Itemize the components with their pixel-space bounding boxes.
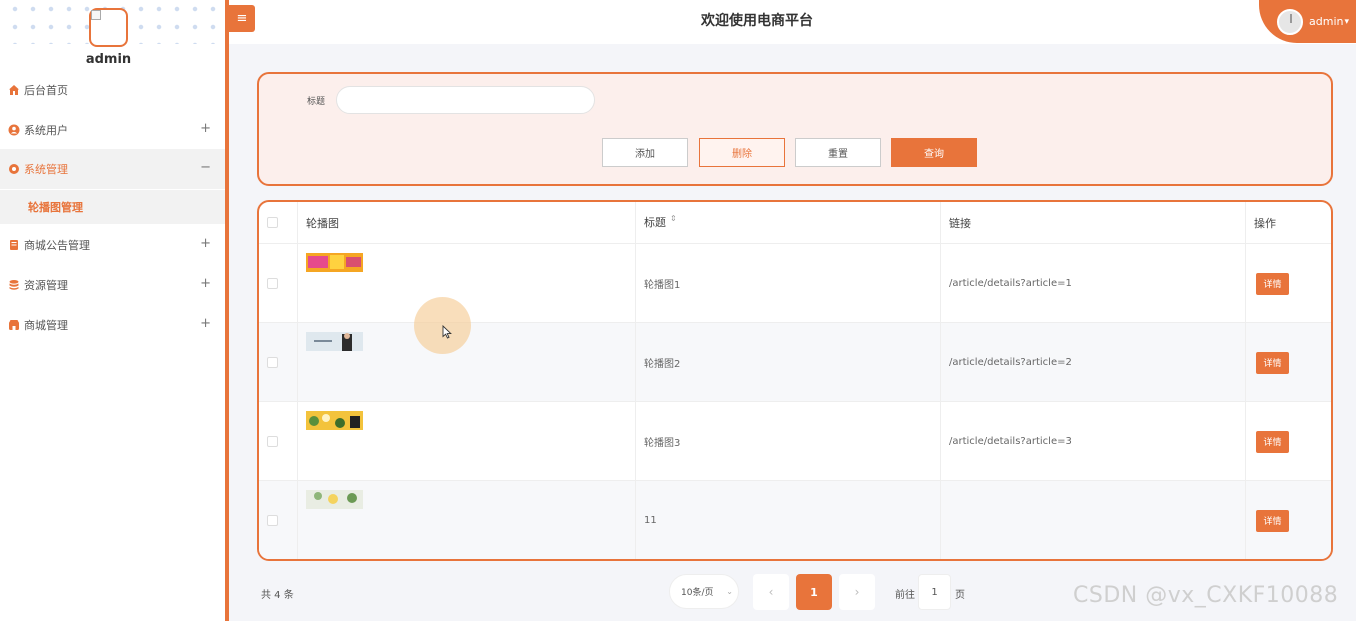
watermark: CSDN @vx_CXKF10088 <box>1073 583 1339 608</box>
detail-button[interactable]: 详情 <box>1256 430 1289 453</box>
row-title-cell: 轮播图1 <box>636 244 941 323</box>
sidebar-item-label: 系统用户 <box>24 124 68 137</box>
broken-image-icon <box>91 10 101 20</box>
user-avatar <box>1277 8 1303 35</box>
data-table: 轮播图 标题 ⇕ 链接 操作 轮播图1 /article/details?art… <box>257 200 1333 561</box>
sidebar-item-label: 后台首页 <box>24 84 68 97</box>
row-checkbox[interactable] <box>267 436 278 447</box>
column-header-actions: 操作 <box>1246 202 1331 244</box>
row-link-cell: /article/details?article=3 <box>941 402 1246 481</box>
user-menu[interactable]: admin ▾ <box>1259 0 1356 43</box>
column-header-link: 链接 <box>941 202 1246 244</box>
detail-button[interactable]: 详情 <box>1256 509 1289 532</box>
search-panel: 标题 添加 删除 重置 查询 <box>257 72 1333 186</box>
prev-page-button[interactable]: ‹ <box>753 574 789 610</box>
home-icon <box>8 84 20 96</box>
row-checkbox-cell <box>259 402 298 481</box>
gear-icon <box>8 163 20 175</box>
detail-button[interactable]: 详情 <box>1256 272 1289 295</box>
column-header-image: 轮播图 <box>298 202 636 244</box>
row-checkbox-cell <box>259 244 298 323</box>
store-icon <box>8 319 20 331</box>
sidebar-username: admin <box>85 52 132 67</box>
goto-label: 前往 <box>895 590 915 601</box>
expand-plus-icon: + <box>200 236 211 251</box>
collapse-minus-icon: − <box>200 160 211 175</box>
sidebar-item-system-users[interactable]: 系统用户 + <box>0 110 225 150</box>
table-row: 11 详情 <box>259 481 1331 559</box>
page-size-select[interactable]: 10条/页 ⌄ <box>669 574 739 609</box>
mouse-pointer-icon <box>442 325 452 339</box>
table-header-checkbox-cell <box>259 202 298 244</box>
row-checkbox[interactable] <box>267 278 278 289</box>
chevron-down-icon: ⌄ <box>726 587 733 596</box>
carousel-thumbnail <box>306 490 363 509</box>
sidebar-item-label: 商城公告管理 <box>24 239 90 252</box>
sidebar-item-system-manage[interactable]: 系统管理 − <box>0 149 225 189</box>
sidebar-item-notice[interactable]: 商城公告管理 + <box>0 225 225 265</box>
search-title-input[interactable] <box>336 86 595 114</box>
row-checkbox[interactable] <box>267 515 278 526</box>
row-checkbox-cell <box>259 323 298 402</box>
row-actions-cell: 详情 <box>1246 481 1331 559</box>
sidebar-avatar <box>89 8 128 47</box>
top-header: ≡ 欢迎使用电商平台 admin ▾ <box>229 0 1356 44</box>
next-page-button[interactable]: › <box>839 574 875 610</box>
carousel-thumbnail <box>306 411 363 430</box>
user-name: admin <box>1309 15 1344 28</box>
expand-plus-icon: + <box>200 276 211 291</box>
sidebar-subitem-carousel[interactable]: 轮播图管理 <box>0 190 225 224</box>
page-title: 欢迎使用电商平台 <box>701 13 813 29</box>
expand-plus-icon: + <box>200 316 211 331</box>
sidebar-item-store[interactable]: 商城管理 + <box>0 305 225 345</box>
notice-icon <box>8 239 20 251</box>
row-checkbox[interactable] <box>267 357 278 368</box>
sidebar-item-label: 系统管理 <box>24 163 68 176</box>
column-header-title[interactable]: 标题 ⇕ <box>636 202 941 244</box>
column-header-title-label: 标题 <box>644 216 666 229</box>
database-icon <box>8 279 20 291</box>
row-title-cell: 轮播图3 <box>636 402 941 481</box>
reset-button[interactable]: 重置 <box>795 138 881 167</box>
total-count: 共 4 条 <box>261 590 294 601</box>
row-checkbox-cell <box>259 481 298 559</box>
row-image-cell <box>298 481 636 559</box>
carousel-thumbnail <box>306 253 363 272</box>
sidebar-item-label: 商城管理 <box>24 319 68 332</box>
row-link-cell: /article/details?article=1 <box>941 244 1246 323</box>
sort-icon[interactable]: ⇕ <box>670 214 677 223</box>
row-title-cell: 轮播图2 <box>636 323 941 402</box>
query-button[interactable]: 查询 <box>891 138 977 167</box>
delete-button[interactable]: 删除 <box>699 138 785 167</box>
row-actions-cell: 详情 <box>1246 323 1331 402</box>
sidebar-item-resources[interactable]: 资源管理 + <box>0 265 225 305</box>
row-actions-cell: 详情 <box>1246 402 1331 481</box>
row-actions-cell: 详情 <box>1246 244 1331 323</box>
goto-page-input[interactable] <box>918 574 951 610</box>
row-image-cell <box>298 402 636 481</box>
goto-unit-label: 页 <box>955 590 965 601</box>
row-link-cell: /article/details?article=2 <box>941 323 1246 402</box>
sidebar: admin 后台首页 系统用户 + 系统管理 − 轮播图管理 商城公告管理 + … <box>0 0 225 621</box>
search-title-label: 标题 <box>307 97 326 107</box>
row-link-cell <box>941 481 1246 559</box>
detail-button[interactable]: 详情 <box>1256 351 1289 374</box>
expand-plus-icon: + <box>200 121 211 136</box>
add-button[interactable]: 添加 <box>602 138 688 167</box>
select-all-checkbox[interactable] <box>267 217 278 228</box>
table-row: 轮播图3 /article/details?article=3 详情 <box>259 402 1331 481</box>
current-page-button[interactable]: 1 <box>796 574 832 610</box>
page-size-value: 10条/页 <box>681 588 714 598</box>
carousel-thumbnail <box>306 332 363 351</box>
sidebar-border <box>225 0 229 621</box>
chevron-down-icon: ▾ <box>1344 16 1349 27</box>
sidebar-item-home[interactable]: 后台首页 <box>0 70 225 110</box>
user-icon <box>8 124 20 136</box>
sidebar-item-label: 资源管理 <box>24 279 68 292</box>
row-title-cell: 11 <box>636 481 941 559</box>
